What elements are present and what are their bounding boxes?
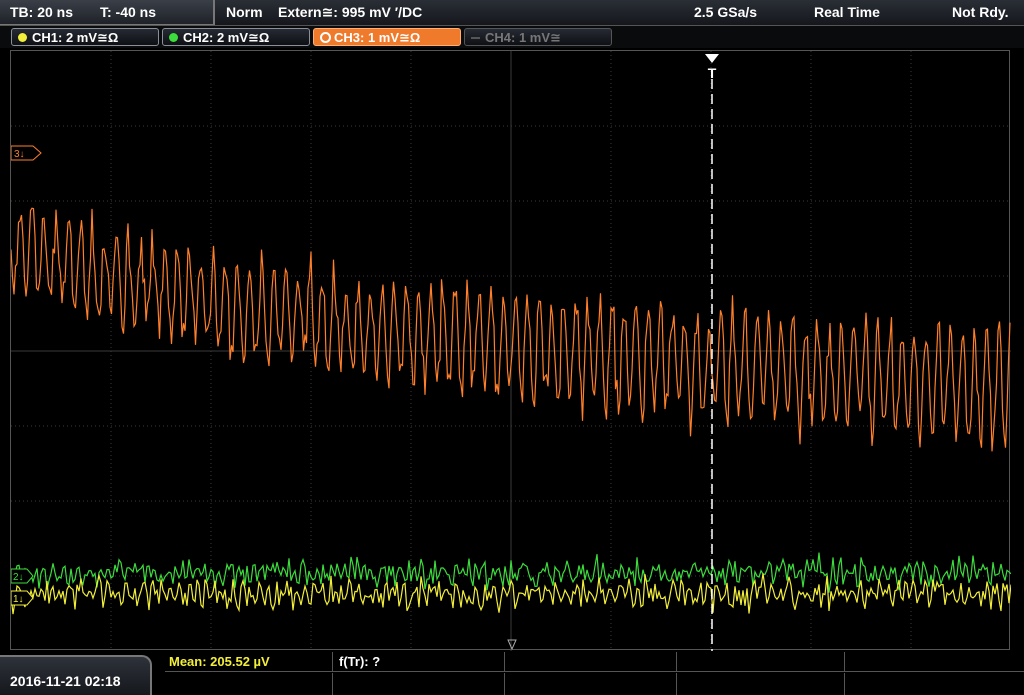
measurement-4-cell[interactable] bbox=[677, 652, 845, 672]
channel-2-button[interactable]: CH2: 2 mV≅Ω bbox=[162, 28, 310, 46]
frequency-measurement: f(Tr): ? bbox=[339, 654, 381, 669]
measurement-2-cell[interactable]: f(Tr): ? bbox=[333, 652, 505, 672]
mean-measurement: Mean: 205.52 µV bbox=[169, 654, 270, 669]
channel-2-label: CH2: 2 mV≅Ω bbox=[183, 30, 270, 45]
measurement-1-cell[interactable]: Mean: 205.52 µV bbox=[165, 652, 333, 672]
channel-3-label: CH3: 1 mV≅Ω bbox=[334, 30, 421, 45]
measurement-3-cell[interactable] bbox=[505, 652, 677, 672]
waveform-canvas[interactable]: T 3↓ 2↓ 1↓ bbox=[11, 51, 1011, 651]
measurement-5-cell[interactable] bbox=[845, 652, 1024, 672]
trigger-mode[interactable]: Norm bbox=[226, 4, 263, 20]
channel-bar: CH1: 2 mV≅Ω CH2: 2 mV≅Ω CH3: 1 mV≅Ω CH4:… bbox=[0, 26, 1024, 48]
channel-1-label: CH1: 2 mV≅Ω bbox=[32, 30, 119, 45]
trigger-source[interactable]: Extern≅: 995 mV ′/DC bbox=[278, 4, 422, 21]
timebase-box[interactable]: TB: 20 ns T: -40 ns bbox=[0, 0, 215, 25]
channel-3-dot-icon bbox=[320, 32, 331, 43]
datetime-readout: 2016-11-21 02:18 bbox=[10, 673, 121, 689]
svg-text:2↓: 2↓ bbox=[13, 572, 24, 583]
measurement-panel: Mean: 205.52 µV f(Tr): ? bbox=[165, 652, 1024, 695]
channel-3-offset-marker[interactable]: 3↓ bbox=[11, 145, 42, 161]
trigger-marker-icon[interactable] bbox=[705, 54, 719, 63]
sample-rate[interactable]: 2.5 GSa/s bbox=[694, 4, 757, 20]
channel-1-offset-marker[interactable]: 1↓ bbox=[11, 590, 34, 606]
measurement-9-cell[interactable] bbox=[677, 673, 845, 695]
timebase-readout[interactable]: TB: 20 ns bbox=[10, 4, 73, 20]
datetime-box: 2016-11-21 02:18 bbox=[0, 655, 152, 695]
status-bar: TB: 20 ns T: -40 ns Norm Extern≅: 995 mV… bbox=[0, 0, 1024, 26]
channel-2-dot-icon bbox=[169, 33, 178, 42]
acquisition-status: Not Rdy. bbox=[952, 4, 1009, 20]
channel-4-label: CH4: 1 mV≅ bbox=[485, 30, 561, 45]
svg-text:1↓: 1↓ bbox=[13, 594, 24, 605]
channel-1-dot-icon bbox=[18, 33, 27, 42]
channel-3-button[interactable]: CH3: 1 mV≅Ω bbox=[313, 28, 461, 46]
trigger-time-readout[interactable]: T: -40 ns bbox=[100, 4, 156, 20]
svg-text:3↓: 3↓ bbox=[14, 149, 25, 160]
channel-4-dash-icon bbox=[471, 37, 480, 39]
waveform-display[interactable]: T 3↓ 2↓ 1↓ bbox=[10, 50, 1011, 651]
center-marker-icon bbox=[507, 639, 517, 651]
measurement-8-cell[interactable] bbox=[505, 673, 677, 695]
channel-1-button[interactable]: CH1: 2 mV≅Ω bbox=[11, 28, 159, 46]
channel-2-offset-marker[interactable]: 2↓ bbox=[11, 568, 34, 584]
measurement-6-cell[interactable] bbox=[165, 673, 333, 695]
acquisition-mode[interactable]: Real Time bbox=[814, 4, 880, 20]
measurement-7-cell[interactable] bbox=[333, 673, 505, 695]
channel-4-button[interactable]: CH4: 1 mV≅ bbox=[464, 28, 612, 46]
trigger-marker-label: T bbox=[708, 65, 717, 81]
